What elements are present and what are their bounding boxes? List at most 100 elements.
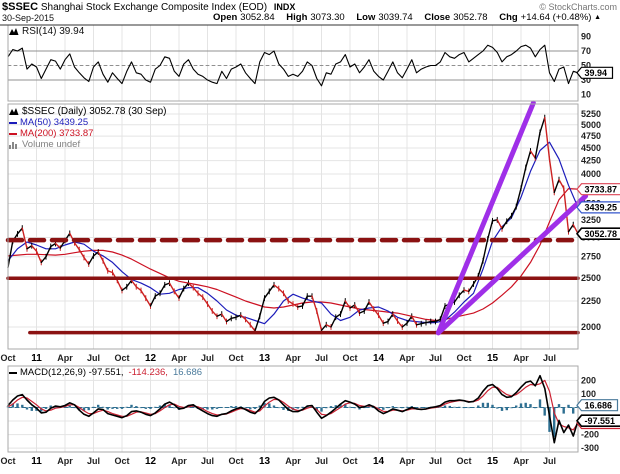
macd-histogram-bar — [21, 405, 23, 408]
price-close-segment — [379, 315, 384, 323]
macd-histogram-bar — [482, 403, 484, 408]
price-ytick-label: 2500 — [581, 273, 601, 283]
x-tick-label: 13 — [259, 353, 271, 364]
x-tick-label: Apr — [171, 353, 187, 363]
price-close-segment — [554, 180, 559, 193]
macd-histogram-bar — [282, 408, 284, 410]
macd-histogram-bar — [211, 408, 213, 410]
macd-histogram-bar — [107, 408, 109, 410]
price-ytick-label: 4750 — [581, 131, 601, 141]
price-ytick-label: 4000 — [581, 169, 601, 179]
x-tick-label: Jul — [315, 353, 328, 363]
price-ytick-label: 2750 — [581, 252, 601, 262]
x-tick-label: Oct — [342, 456, 357, 466]
price-close-segment — [469, 284, 474, 291]
x-tick-label: Apr — [171, 456, 187, 466]
price-close-segment — [255, 316, 260, 331]
price-close-segment — [217, 314, 222, 316]
x-tick-label: Oct — [114, 456, 129, 466]
price-close-segment — [279, 289, 284, 294]
macd-histogram-bar — [111, 408, 113, 409]
x-tick-label: Apr — [285, 456, 301, 466]
price-chart-icon — [9, 107, 19, 116]
price-close-segment — [502, 221, 507, 229]
x-tick-label: Jul — [315, 456, 328, 466]
price-close-segment — [312, 296, 317, 311]
price-close-segment — [141, 290, 146, 298]
macd-histogram-bar — [297, 408, 299, 409]
macd-histogram-bar — [382, 408, 384, 410]
x-tick-label: 12 — [145, 353, 157, 364]
macd-ytick-label: 100 — [581, 389, 596, 399]
price-close-segment — [512, 207, 517, 216]
ma50-legend-swatch — [9, 122, 17, 124]
price-close-segment — [41, 257, 46, 263]
indicator-icon — [9, 27, 19, 36]
x-tick-label: 11 — [31, 353, 42, 364]
price-close-segment — [464, 290, 469, 291]
price-close-segment — [165, 283, 170, 285]
macd-histogram-bar — [244, 408, 246, 409]
macd-histogram-bar — [563, 408, 565, 414]
x-tick-label: Oct — [342, 353, 357, 363]
macd-histogram-bar — [149, 408, 151, 409]
rsi-legend-label: RSI(14) 39.94 — [22, 26, 84, 37]
x-tick-label: Apr — [285, 353, 301, 363]
macd-histogram-bar — [529, 404, 531, 407]
macd-histogram-bar — [97, 405, 99, 408]
x-tick-label: Jul — [201, 353, 214, 363]
rsi-ytick-label: 90 — [581, 32, 591, 42]
macd-histogram-bar — [249, 408, 251, 410]
price-close-segment — [170, 283, 175, 291]
chg-label: Chg — [499, 12, 517, 23]
x-tick-label: Jul — [201, 456, 214, 466]
price-close-segment — [155, 293, 160, 296]
close-label: Close — [424, 12, 450, 23]
open-label: Open — [213, 12, 237, 23]
price-legend: $SSEC (Daily) 3052.78 (30 Sep) MA(50) 34… — [9, 106, 167, 150]
price-close-segment — [341, 301, 346, 314]
price-close-segment — [545, 118, 550, 160]
macd-histogram-bar — [567, 405, 569, 408]
macd-histogram-bar — [477, 406, 479, 408]
price-close-segment — [246, 319, 251, 324]
macd-ytick-label: 200 — [581, 375, 596, 385]
price-close-segment — [336, 314, 341, 317]
macd-histogram-bar — [216, 408, 218, 409]
x-tick-label: Oct — [456, 456, 471, 466]
x-tick-label: Jul — [543, 353, 556, 363]
stockcharts-price-chart: 9070503010525050004750450042504000375035… — [0, 0, 620, 474]
macd-histogram-bar — [420, 408, 422, 409]
price-close-segment — [559, 180, 564, 189]
macd-histogram-bar — [135, 406, 137, 407]
price-ytick-label: 5000 — [581, 120, 601, 130]
price-close-segment — [208, 304, 213, 311]
macd-histogram-bar — [544, 408, 546, 416]
x-tick-label: Apr — [57, 456, 73, 466]
chart-canvas: 9070503010525050004750450042504000375035… — [0, 0, 620, 474]
macd-histogram-bar — [126, 407, 128, 408]
price-close-segment — [274, 285, 279, 289]
macd-histogram-bar — [16, 403, 18, 407]
price-close-segment — [222, 314, 227, 321]
low-value: 3039.74 — [378, 12, 412, 23]
macd-histogram-bar — [401, 408, 403, 409]
price-close-segment — [497, 220, 502, 229]
price-close-segment — [488, 221, 493, 239]
price-close-segment — [388, 314, 393, 321]
volume-icon — [9, 140, 19, 149]
x-tick-label: Oct — [0, 456, 15, 466]
macd-histogram-bar — [130, 405, 132, 408]
macd-histogram-bar — [534, 408, 536, 409]
macd-histogram-bar — [491, 405, 493, 408]
price-close-segment — [103, 261, 108, 271]
x-tick-label: Oct — [0, 353, 15, 363]
price-close-segment — [407, 316, 412, 323]
macd-histogram-bar — [325, 408, 327, 409]
macd-histogram-bar — [225, 407, 227, 408]
macd-histogram-bar — [278, 408, 280, 409]
x-tick-label: Jul — [543, 456, 556, 466]
symbol-text: $SSEC — [2, 1, 38, 13]
macd-histogram-bar — [496, 408, 498, 409]
price-close-segment — [383, 322, 388, 324]
